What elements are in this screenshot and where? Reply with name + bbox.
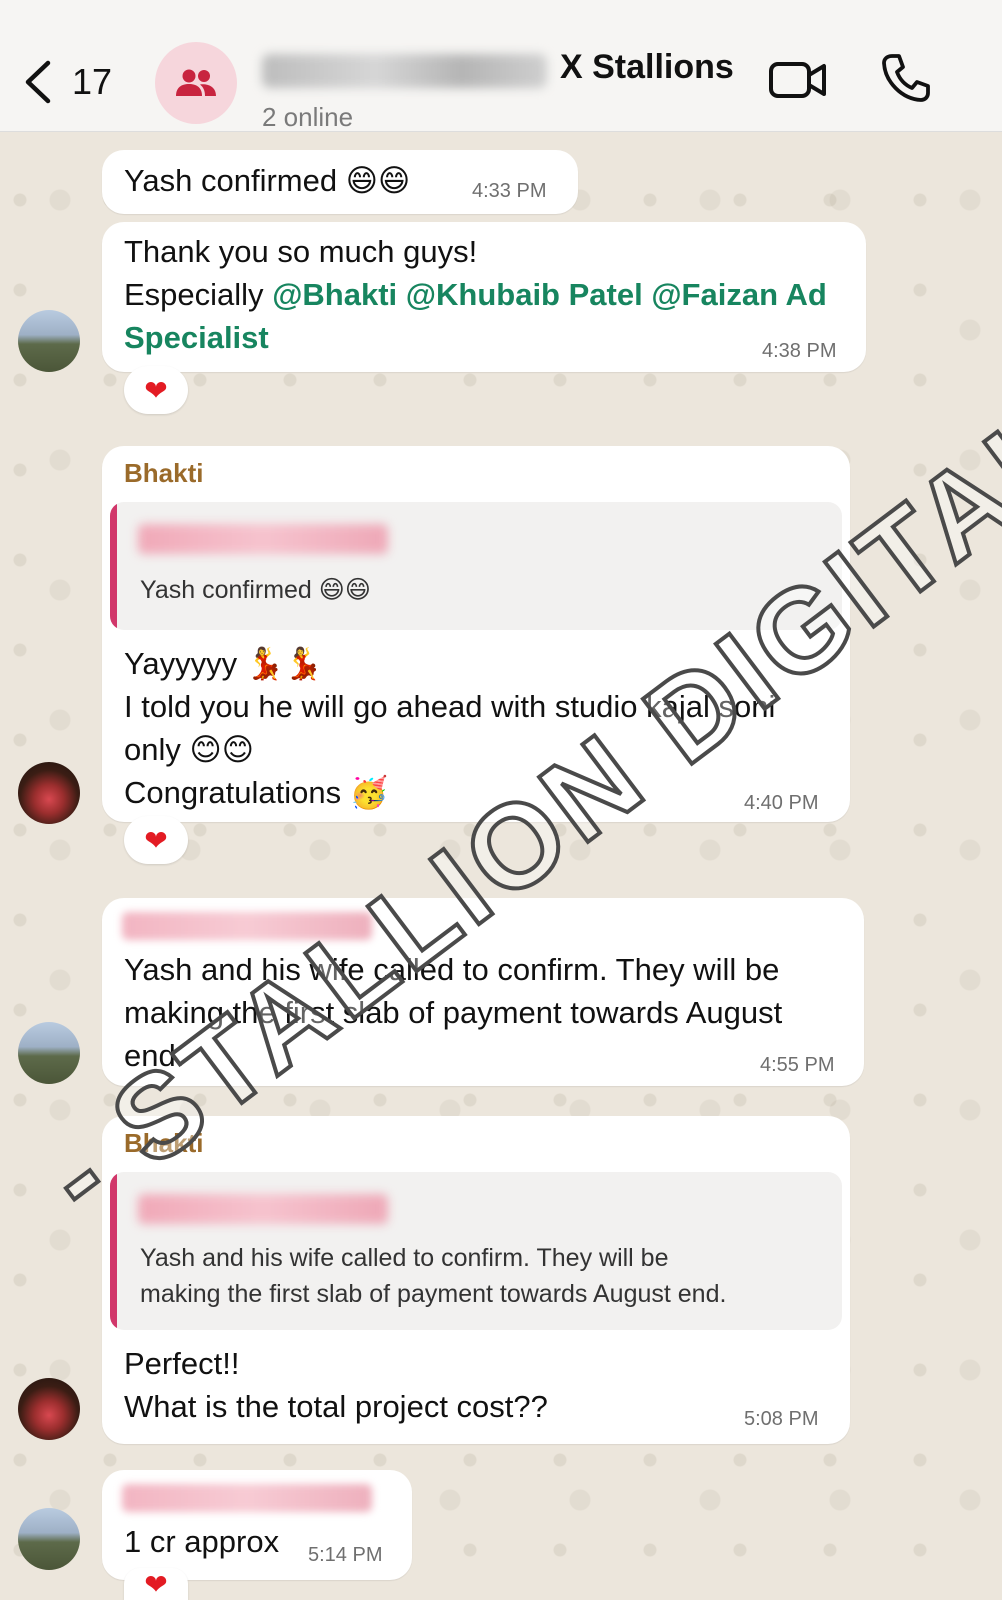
chat-header: 17 X Stallions 2 online: [0, 0, 1002, 132]
message-line: I told you he will go ahead with studio …: [124, 689, 776, 724]
message-time: 4:55 PM: [760, 1054, 835, 1076]
message-line: end.: [124, 1038, 185, 1073]
mention-link[interactable]: @Bhakti: [272, 277, 397, 312]
message-time: 4:38 PM: [762, 340, 837, 362]
heart-icon: ❤: [144, 1567, 168, 1600]
online-status: 2 online: [262, 102, 354, 132]
quote-accent-bar: [110, 502, 117, 630]
sender-avatar[interactable]: [18, 1508, 80, 1570]
message-time: 5:14 PM: [308, 1544, 383, 1566]
message-time: 4:40 PM: [744, 792, 819, 814]
sender-avatar[interactable]: [18, 762, 80, 824]
message-bubble[interactable]: Thank you so much guys! Especially @Bhak…: [102, 222, 866, 372]
phone-icon[interactable]: [880, 52, 932, 104]
sender-name: Bhakti: [124, 458, 204, 488]
blurred-sender-name: [122, 912, 372, 940]
quoted-message[interactable]: Yash confirmed 😄😄: [110, 502, 842, 630]
video-call-icon[interactable]: [768, 56, 828, 104]
message-line: only 😊😊: [124, 732, 255, 767]
group-icon: [176, 69, 216, 96]
quoted-message[interactable]: Yash and his wife called to confirm. The…: [110, 1172, 842, 1330]
sender-avatar[interactable]: [18, 1022, 80, 1084]
sender-name: Bhakti: [124, 1128, 204, 1158]
chevron-left-icon: [25, 60, 51, 104]
message-bubble[interactable]: Bhakti Yash confirmed 😄😄 Yayyyyy 💃💃 I to…: [102, 446, 850, 822]
message-bubble[interactable]: Yash and his wife called to confirm. The…: [102, 898, 864, 1086]
mention-link[interactable]: @Faizan Ad: [651, 277, 826, 312]
message-line: Yayyyyy 💃💃: [124, 646, 323, 681]
chat-title: X Stallions: [560, 48, 734, 86]
blurred-title: [262, 54, 547, 88]
message-time: 5:08 PM: [744, 1408, 819, 1430]
chat-title-area[interactable]: X Stallions 2 online: [262, 44, 762, 132]
unread-count: 17: [72, 61, 113, 102]
back-button[interactable]: 17: [22, 52, 122, 112]
blurred-quote-sender: [138, 524, 388, 554]
quoted-text: making the first slab of payment towards…: [140, 1280, 727, 1308]
message-text-prefix: Especially: [124, 277, 273, 312]
message-line: Thank you so much guys!: [124, 234, 478, 269]
group-avatar[interactable]: [155, 42, 237, 124]
heart-reaction[interactable]: ❤: [124, 366, 188, 414]
mention-link[interactable]: @Khubaib Patel: [406, 277, 643, 312]
heart-icon: ❤: [144, 823, 168, 857]
message-line: Perfect!!: [124, 1346, 240, 1381]
message-text: 1 cr approx: [124, 1524, 280, 1559]
message-bubble[interactable]: Yash confirmed 😄😄 4:33 PM: [102, 150, 578, 214]
heart-icon: ❤: [144, 373, 168, 407]
quoted-text: Yash and his wife called to confirm. The…: [140, 1244, 669, 1272]
message-bubble[interactable]: Bhakti Yash and his wife called to confi…: [102, 1116, 850, 1444]
quote-accent-bar: [110, 1172, 117, 1330]
blurred-quote-sender: [138, 1194, 388, 1224]
heart-reaction[interactable]: ❤: [124, 816, 188, 864]
message-line: making the first slab of payment towards…: [124, 995, 783, 1030]
message-time: 4:33 PM: [472, 180, 547, 202]
message-text: Yash confirmed 😄😄: [124, 163, 411, 198]
quoted-text: Yash confirmed 😄😄: [140, 576, 371, 604]
mention-link[interactable]: Specialist: [124, 316, 269, 359]
message-line: Especially @Bhakti @Khubaib Patel @Faiza…: [124, 273, 827, 316]
message-line: Congratulations 🥳: [124, 775, 389, 810]
sender-avatar[interactable]: [18, 1378, 80, 1440]
message-line: What is the total project cost??: [124, 1389, 548, 1424]
blurred-sender-name: [122, 1484, 372, 1512]
message-bubble[interactable]: 1 cr approx 5:14 PM: [102, 1470, 412, 1580]
heart-reaction[interactable]: ❤: [124, 1568, 188, 1600]
message-line: Yash and his wife called to confirm. The…: [124, 952, 780, 987]
sender-avatar[interactable]: [18, 310, 80, 372]
